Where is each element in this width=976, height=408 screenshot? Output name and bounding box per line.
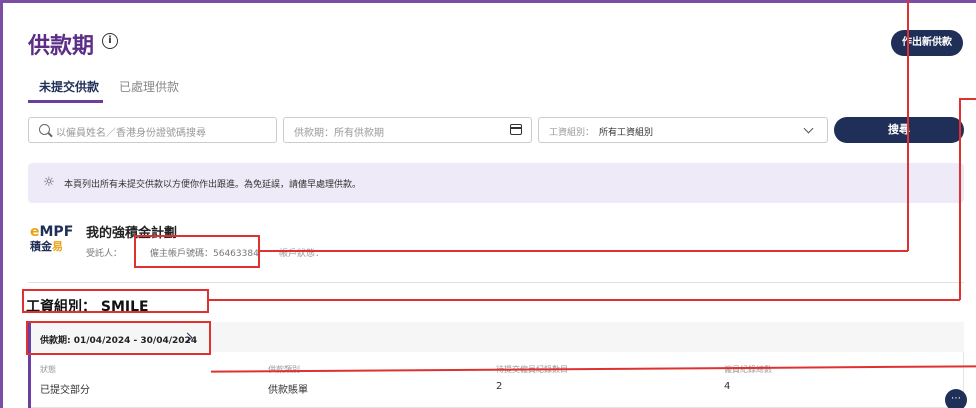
lightbulb-icon: ☼ — [43, 175, 55, 190]
new-contribution-button[interactable]: 作出新供款 — [891, 30, 963, 56]
annotation-line — [260, 250, 908, 252]
annotation-line — [907, 0, 909, 251]
section-divider — [28, 282, 964, 283]
info-icon[interactable]: i — [102, 33, 118, 49]
search-icon — [39, 124, 50, 135]
chevron-down-icon — [803, 123, 814, 134]
search-placeholder: 以僱員姓名／香港身份證號碼搜尋 — [56, 128, 206, 139]
search-input[interactable]: 以僱員姓名／香港身份證號碼搜尋 — [28, 117, 277, 143]
tab-processed[interactable]: 已處理供款 — [119, 78, 179, 95]
account-status: 帳戶狀態： — [279, 249, 325, 259]
tab-unsubmitted[interactable]: 未提交供款 — [39, 78, 99, 95]
trustee-label: 受託人： — [86, 249, 123, 259]
cell-type: 供款賬單 — [268, 385, 308, 396]
annotation-line — [209, 299, 960, 301]
active-tab-indicator — [28, 100, 103, 103]
col-header-status: 狀態 — [40, 365, 56, 374]
cell-pending: 2 — [496, 381, 503, 392]
search-button[interactable]: 搜尋 — [834, 117, 964, 143]
payroll-group-select[interactable]: 工資組別： 所有工資組別 — [538, 117, 828, 143]
calendar-icon[interactable] — [510, 124, 522, 135]
payroll-group-value: 所有工資組別 — [599, 128, 654, 138]
payroll-group-label: 工資組別： — [549, 128, 595, 138]
cell-total: 4 — [724, 381, 731, 392]
page-title: 供款期 — [28, 34, 95, 59]
notice-text: 本頁列出所有未提交供款以方便你作出跟進。為免延誤，請儘早處理供款。 — [64, 180, 362, 190]
annotation-line — [959, 98, 976, 100]
notice-banner: ☼ 本頁列出所有未提交供款以方便你作出跟進。為免延誤，請儘早處理供款。 — [28, 163, 964, 203]
empf-logo: eMPF 積金易 — [30, 224, 74, 253]
chat-icon[interactable]: ⋯ — [945, 389, 967, 408]
period-placeholder: 供款期：所有供款期 — [294, 128, 384, 139]
cell-status: 已提交部分 — [40, 385, 90, 396]
period-filter[interactable]: 供款期：所有供款期 — [283, 117, 532, 143]
col-header-total: 僱員紀錄總數 — [724, 365, 772, 374]
annotation-box-account — [134, 235, 260, 268]
annotation-line — [959, 98, 961, 300]
annotation-box-group — [22, 289, 209, 313]
annotation-box-period — [26, 321, 211, 355]
